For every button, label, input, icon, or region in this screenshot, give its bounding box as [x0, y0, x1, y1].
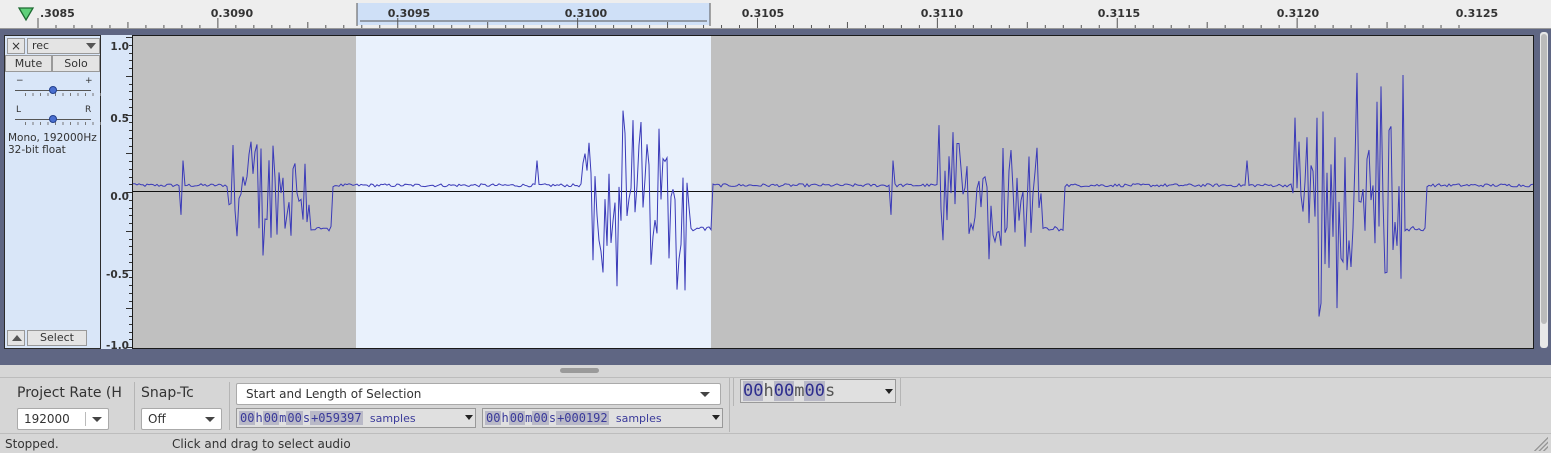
track-close-button[interactable]: ×: [7, 38, 25, 54]
track-format-info: Mono, 192000Hz 32-bit float: [8, 132, 97, 156]
amplitude-label: -1.0: [106, 340, 129, 352]
gain-slider-ticks: [25, 93, 101, 96]
track-format-bits: 32-bit float: [8, 144, 66, 156]
toolbar-grip: [733, 378, 734, 406]
timeline-ruler[interactable]: .3085 0.3090 0.3095 0.3100 0.3105 0.3110 0.311…: [0, 0, 1551, 29]
chevron-down-icon: [700, 392, 710, 397]
snap-to-value: Off: [148, 412, 166, 426]
solo-button[interactable]: Solo: [52, 55, 100, 72]
pan-slider-thumb[interactable]: [49, 115, 57, 123]
amplitude-ruler: 1.0 0.5 0.0 -0.5 -1.0: [101, 35, 132, 352]
ruler-label: 0.3115: [1098, 7, 1140, 20]
toolbar-divider: [729, 378, 730, 432]
track-rate-info: Mono, 192000Hz: [8, 132, 97, 144]
start-unit: samples: [369, 412, 416, 425]
chevron-up-icon: [12, 335, 22, 341]
track-name-menu[interactable]: rec: [27, 38, 100, 54]
ruler-label: 0.3105: [742, 7, 784, 20]
chevron-down-icon: [86, 43, 96, 49]
position-hours[interactable]: 00: [743, 381, 764, 401]
selection-length-time[interactable]: 00h00m00s+000192 samples: [482, 408, 723, 428]
waveform-display[interactable]: [132, 35, 1534, 349]
ruler-label: 0.3120: [1277, 7, 1320, 20]
audio-position-time[interactable]: 00h00m00s: [740, 379, 896, 403]
length-seconds[interactable]: 00: [532, 411, 549, 425]
track-control-panel: × rec Mute Solo − + L R Mono, 192000Hz 3…: [4, 35, 101, 349]
vertical-scrollbar[interactable]: [1540, 32, 1548, 348]
play-head-icon[interactable]: [17, 5, 35, 23]
toolbar-divider: [900, 378, 901, 406]
toolbar-divider: [229, 382, 230, 430]
start-hours[interactable]: 00: [239, 411, 256, 425]
horizontal-scrollbar-thumb[interactable]: [560, 368, 599, 373]
position-minutes[interactable]: 00: [773, 381, 795, 401]
status-state: Stopped.: [5, 437, 59, 451]
mute-button[interactable]: Mute: [5, 55, 52, 72]
length-unit: samples: [615, 412, 662, 425]
start-samples[interactable]: +059397: [310, 411, 363, 425]
ruler-label: 0.3090: [211, 7, 254, 20]
status-bar: Stopped. Click and drag to select audio: [0, 433, 1551, 453]
start-minutes[interactable]: 00: [262, 411, 280, 425]
amplitude-label: 1.0: [110, 41, 129, 53]
toolbar-divider: [134, 382, 135, 430]
ruler-label: 0.3110: [921, 7, 964, 20]
pan-slider-ticks: [25, 122, 101, 125]
selection-mode-select[interactable]: Start and Length of Selection: [236, 383, 721, 405]
waveform-svg: [133, 36, 1533, 348]
length-minutes[interactable]: 00: [508, 411, 526, 425]
ruler-label: 0.3095: [388, 7, 430, 20]
ruler-label: 0.3100: [565, 7, 608, 20]
length-hours[interactable]: 00: [485, 411, 502, 425]
track-area: × rec Mute Solo − + L R Mono, 192000Hz 3…: [0, 29, 1551, 377]
selection-start-time[interactable]: 00h00m00s+059397 samples: [236, 408, 476, 428]
chevron-down-icon[interactable]: [885, 389, 893, 394]
gain-slider[interactable]: [15, 83, 101, 97]
horizontal-scrollbar[interactable]: [0, 365, 1551, 377]
resize-grip-icon[interactable]: [1534, 437, 1548, 451]
chevron-down-icon[interactable]: [465, 415, 473, 420]
combo-separator: [85, 412, 86, 426]
amplitude-label: -0.5: [106, 269, 129, 281]
project-rate-value: 192000: [24, 412, 70, 426]
timeline-ruler-svg: .3085 0.3090 0.3095 0.3100 0.3105 0.3110 0.311…: [37, 3, 1498, 28]
chevron-down-icon: [205, 417, 215, 422]
snap-to-label: Snap-Tc: [141, 385, 194, 401]
waveform-trace: [133, 72, 1533, 317]
collapse-track-button[interactable]: [7, 330, 25, 346]
length-samples[interactable]: +000192: [556, 411, 609, 425]
selection-toolbar: Project Rate (H 192000 Snap-Tc Off Start…: [0, 377, 1551, 432]
start-seconds[interactable]: 00: [286, 411, 303, 425]
position-seconds[interactable]: 00: [804, 381, 825, 401]
pan-slider[interactable]: [15, 112, 101, 126]
ruler-label: 0.3125: [1456, 7, 1498, 20]
project-rate-label: Project Rate (H: [17, 385, 122, 401]
status-hint: Click and drag to select audio: [172, 437, 351, 451]
gain-slider-thumb[interactable]: [49, 86, 57, 94]
audacity-window: .3085 0.3090 0.3095 0.3100 0.3105 0.3110 0.311…: [0, 0, 1551, 453]
chevron-down-icon: [92, 417, 102, 422]
vertical-scrollbar-thumb[interactable]: [1541, 34, 1547, 324]
select-track-button[interactable]: Select: [27, 330, 87, 346]
ruler-label: .3085: [40, 7, 75, 20]
snap-to-select[interactable]: Off: [141, 408, 222, 430]
project-rate-select[interactable]: 192000: [17, 408, 109, 430]
chevron-down-icon[interactable]: [712, 415, 720, 420]
track-name: rec: [32, 39, 50, 52]
selection-mode-value: Start and Length of Selection: [246, 387, 422, 401]
